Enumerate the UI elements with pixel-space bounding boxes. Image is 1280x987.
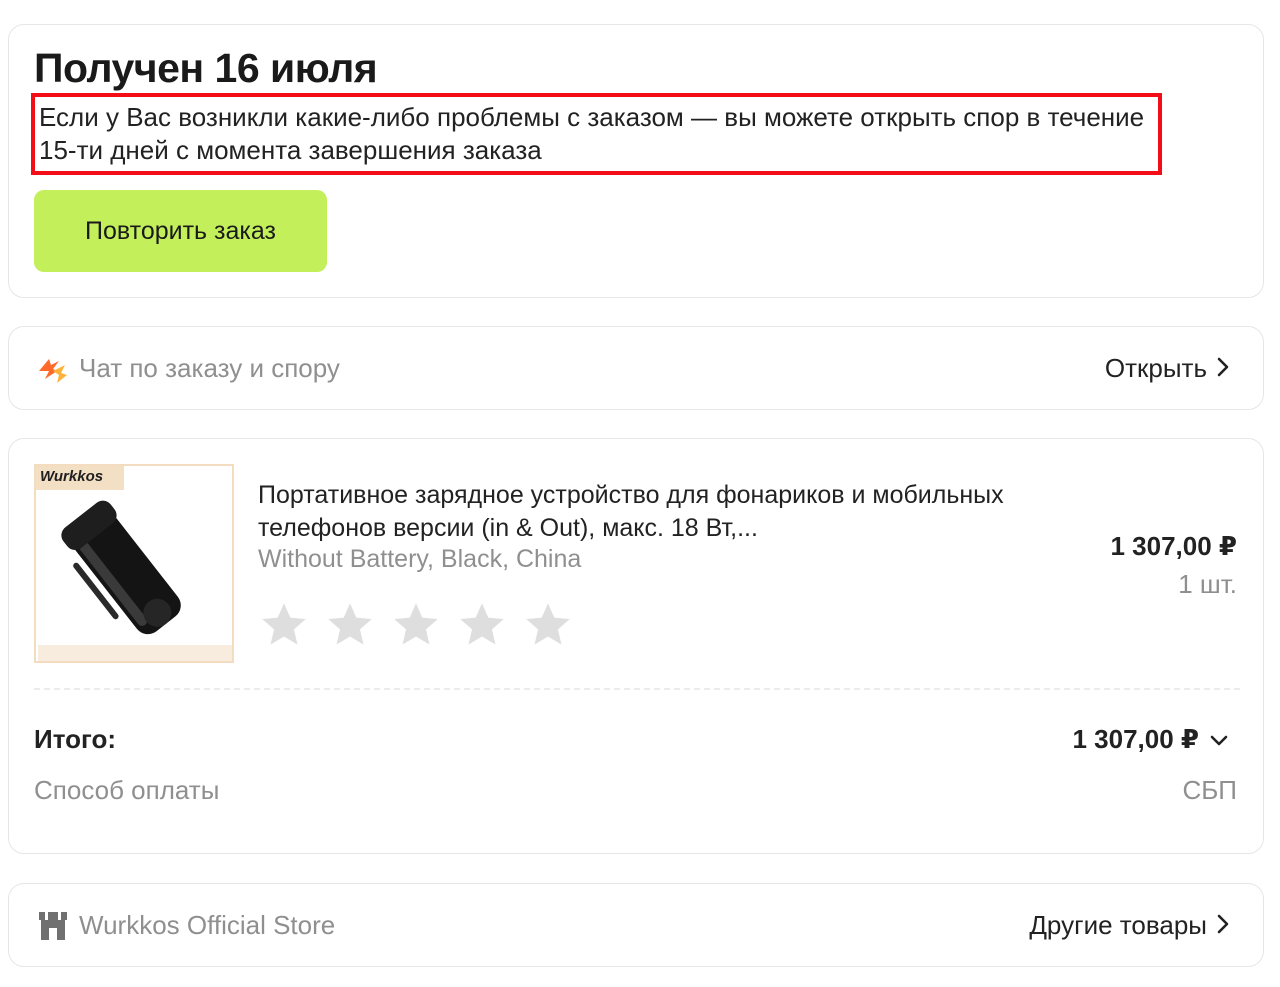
other-products-link[interactable]: Другие товары	[1029, 910, 1229, 941]
flashlight-photo	[61, 500, 181, 635]
store-icon	[35, 908, 71, 944]
product-quantity: 1 шт.	[1178, 569, 1237, 599]
payment-method-value: СБП	[1182, 775, 1237, 805]
star-icon[interactable]	[324, 599, 376, 651]
order-chat-row[interactable]: Чат по заказу и спору Открыть	[8, 326, 1264, 410]
star-icon[interactable]	[456, 599, 508, 651]
total-value-toggle[interactable]: 1 307,00 ₽	[1072, 724, 1229, 755]
star-icon[interactable]	[522, 599, 574, 651]
other-products-label: Другие товары	[1029, 910, 1207, 940]
star-icon[interactable]	[390, 599, 442, 651]
star-icon[interactable]	[258, 599, 310, 651]
order-items-card: Wurkkos Портативное зарядное устройство …	[8, 438, 1264, 854]
product-image[interactable]: Wurkkos	[34, 464, 234, 663]
payment-method-label: Способ оплаты	[34, 775, 220, 805]
chevron-right-icon	[1217, 910, 1229, 941]
product-image-badges	[38, 645, 232, 661]
product-title[interactable]: Портативное зарядное устройство для фона…	[258, 479, 1018, 545]
product-variant: Without Battery, Black, China	[258, 545, 582, 573]
order-status-title: Получен 16 июля	[34, 45, 378, 91]
dispute-notice-highlight: Если у Вас возникли какие-либо проблемы …	[31, 93, 1162, 175]
total-label: Итого:	[34, 724, 116, 754]
chevron-down-icon	[1209, 724, 1229, 755]
chevron-right-icon	[1217, 353, 1229, 384]
repeat-order-button[interactable]: Повторить заказ	[34, 190, 327, 272]
store-row[interactable]: Wurkkos Official Store Другие товары	[8, 883, 1264, 967]
open-chat-link[interactable]: Открыть	[1105, 353, 1229, 384]
chat-flash-icon	[35, 351, 71, 387]
order-status-card: Получен 16 июля Если у Вас возникли каки…	[8, 24, 1264, 298]
product-price: 1 307,00 ₽	[1110, 531, 1237, 561]
dashed-divider	[34, 688, 1240, 690]
total-value: 1 307,00 ₽	[1072, 724, 1199, 754]
chat-row-label: Чат по заказу и спору	[79, 353, 340, 383]
open-chat-label: Открыть	[1104, 353, 1207, 383]
store-name: Wurkkos Official Store	[79, 910, 336, 940]
dispute-notice-text: Если у Вас возникли какие-либо проблемы …	[39, 102, 1145, 165]
